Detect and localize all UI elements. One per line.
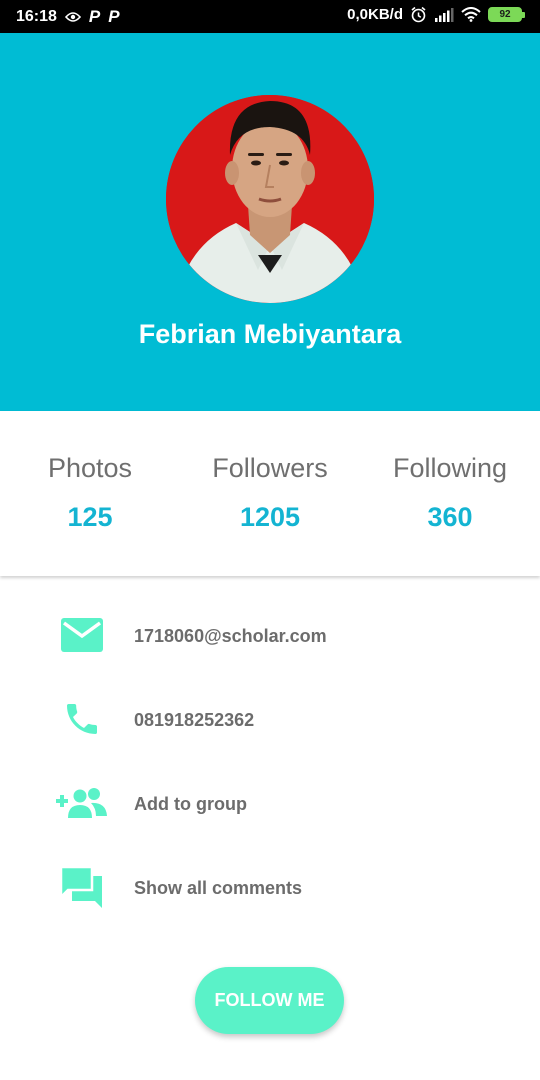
status-bar-left: 16:18 P P [16,7,120,27]
avatar[interactable] [166,95,374,303]
info-text: 1718060@scholar.com [134,626,327,646]
info-row-add-group[interactable]: Add to group [0,762,540,846]
follow-button[interactable]: FOLLOW ME [195,967,344,1034]
email-icon [56,614,108,656]
alarm-icon [410,6,427,23]
status-bar: 16:18 P P 0,0KB/d 92 [0,0,540,33]
stat-label: Photos [47,453,133,483]
group-add-icon [56,782,108,824]
stat-value: 125 [67,502,113,532]
info-row-comments[interactable]: Show all comments [0,846,540,930]
stat-value: 360 [427,502,473,532]
profile-header: Febrian Mebiyantara [0,33,540,411]
wifi-icon [461,7,481,22]
info-text: 081918252362 [134,710,255,730]
parking-p-icon: P [108,7,120,26]
status-time: 16:18 [16,8,57,25]
comments-icon [56,866,108,908]
info-row-email[interactable]: 1718060@scholar.com [0,594,540,678]
stat-photos[interactable]: Photos 125 [0,411,180,576]
stats-card: Photos 125 Followers 1205 Following 360 [0,411,540,576]
stat-label: Followers [212,453,328,483]
info-text: Add to group [134,794,247,814]
stat-followers[interactable]: Followers 1205 [180,411,360,576]
avatar-portrait [166,95,374,303]
parking-p-icon: P [88,7,101,26]
info-row-phone[interactable]: 081918252362 [0,678,540,762]
contact-info-list: 1718060@scholar.com 081918252362 Add to … [0,594,540,930]
eye-wifi-icon [64,11,81,23]
stat-label: Following [392,453,508,483]
signal-icon [434,7,454,22]
stat-value: 1205 [239,502,301,532]
battery-indicator: 92 [488,7,525,22]
info-text: Show all comments [134,878,303,898]
status-bar-right: 0,0KB/d 92 [347,6,525,23]
profile-name: Febrian Mebiyantara [138,319,402,349]
net-speed: 0,0KB/d [347,6,403,23]
phone-icon [56,698,108,740]
stat-following[interactable]: Following 360 [360,411,540,576]
